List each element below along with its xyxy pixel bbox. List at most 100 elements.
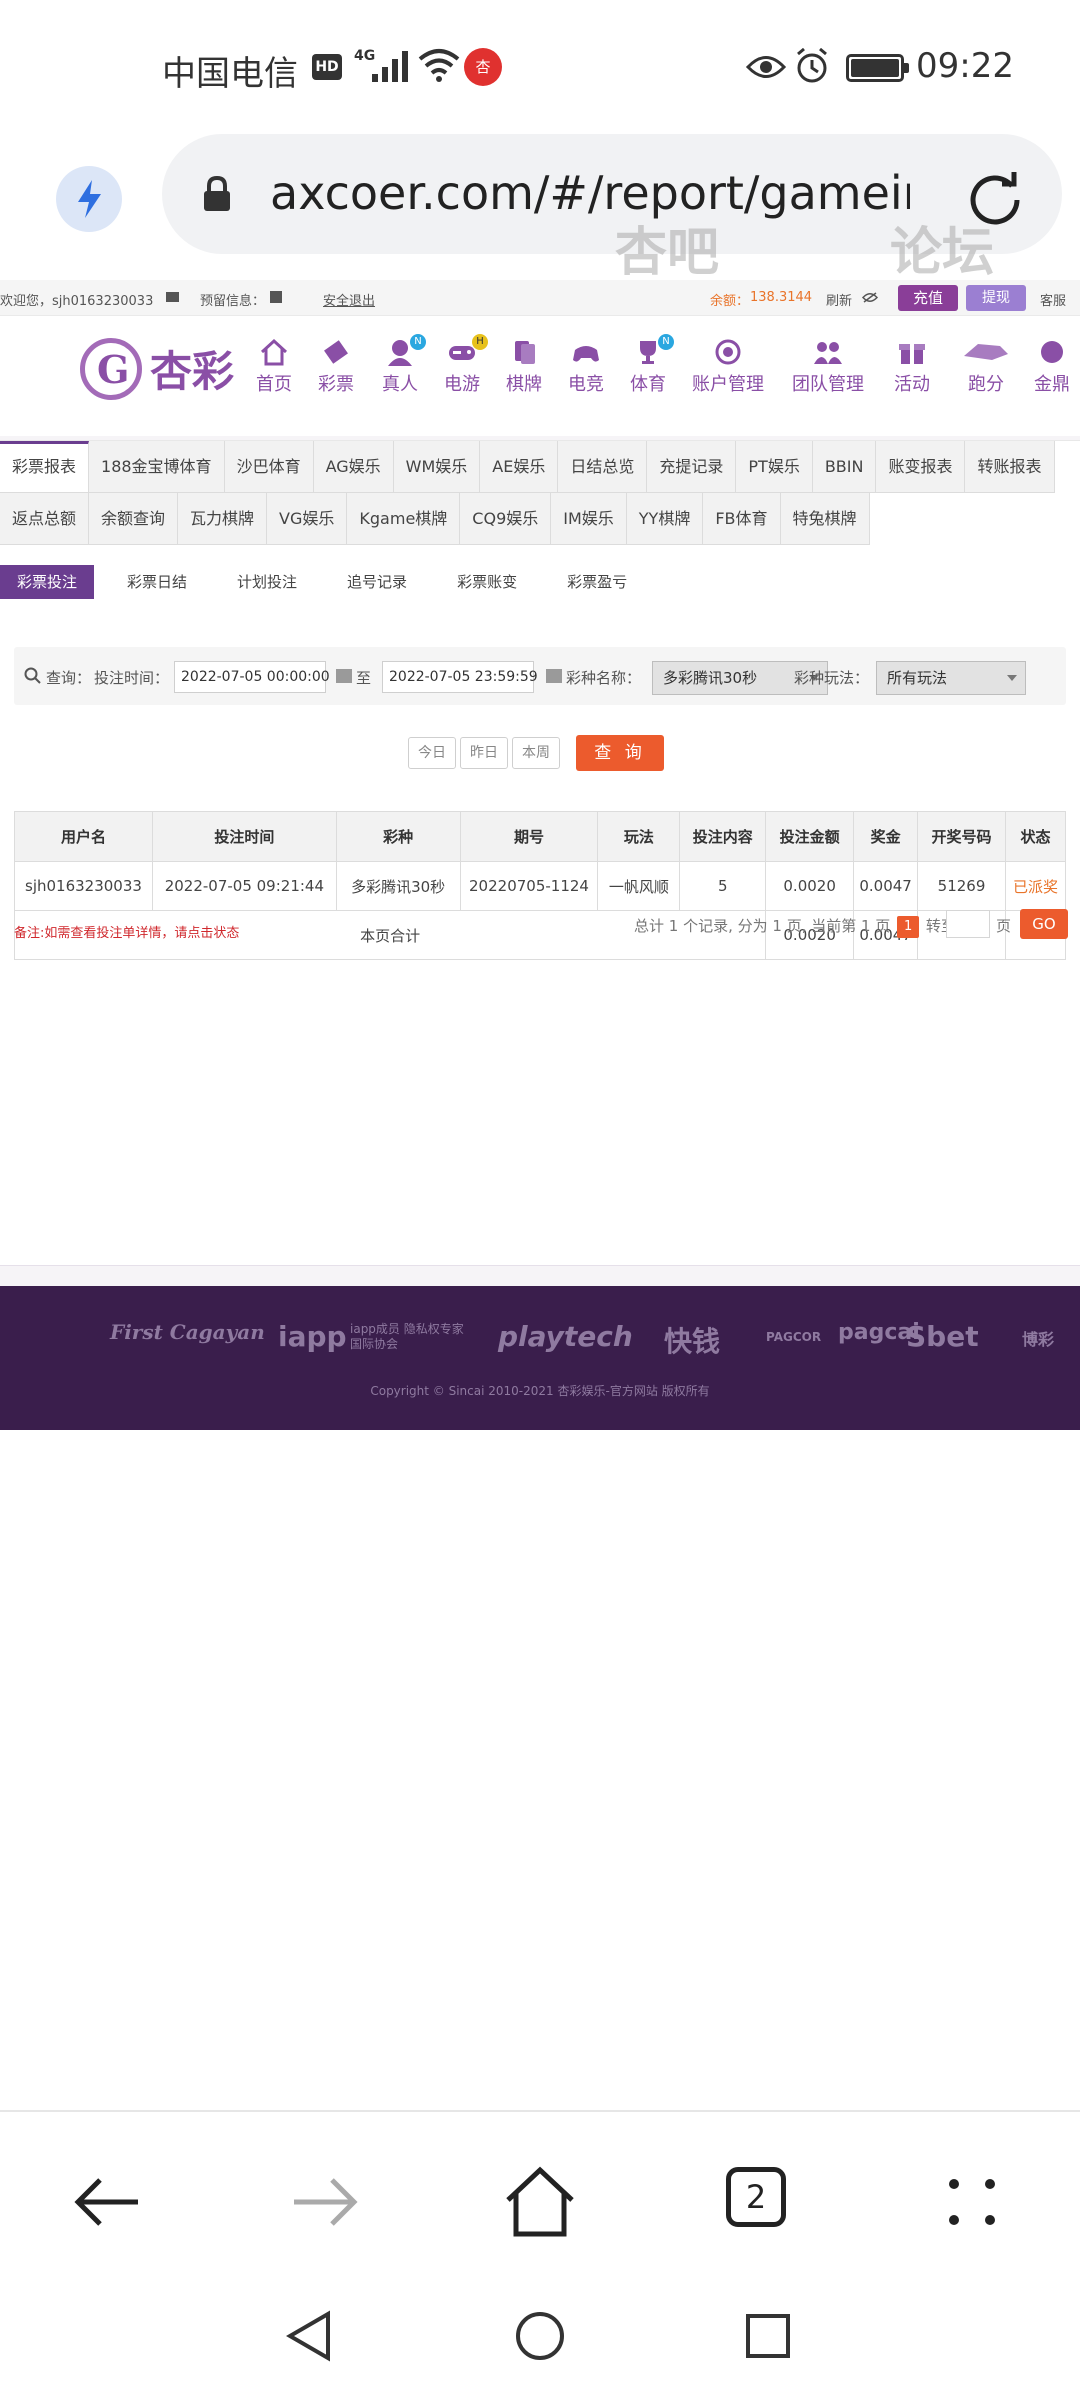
nav-gold[interactable]: 金鼎 bbox=[1034, 338, 1070, 396]
hide-balance-icon[interactable] bbox=[862, 292, 878, 303]
col-draw-number: 开奖号码 bbox=[917, 811, 1006, 862]
end-time-input[interactable]: 2022-07-05 23:59:59 bbox=[382, 661, 538, 693]
nav-back-icon[interactable] bbox=[280, 2306, 340, 2366]
start-time-input[interactable]: 2022-07-05 00:00:00 bbox=[174, 661, 330, 693]
partner-logo: 快钱 bbox=[664, 1325, 721, 1358]
nav-home-icon[interactable] bbox=[510, 2306, 570, 2366]
report-tabs-row-1: 彩票报表 188金宝博体育 沙巴体育 AG娱乐 WM娱乐 AE娱乐 日结总览 充… bbox=[0, 441, 1055, 493]
battery-icon bbox=[846, 54, 909, 82]
play-type-select[interactable]: 所有玩法 bbox=[876, 661, 1026, 695]
tab-account-change[interactable]: 账变报表 bbox=[876, 441, 966, 493]
play-type-label: 彩种玩法： bbox=[794, 669, 870, 687]
col-status: 状态 bbox=[1005, 811, 1066, 862]
subtab-lottery-account-change[interactable]: 彩票账变 bbox=[440, 565, 534, 599]
browser-toolbar: 2 bbox=[0, 2110, 1080, 2280]
tab-pt[interactable]: PT娱乐 bbox=[736, 441, 813, 493]
today-button[interactable]: 今日 bbox=[408, 737, 456, 769]
col-bet-content: 投注内容 bbox=[679, 811, 767, 862]
deposit-button[interactable]: 充值 bbox=[898, 285, 958, 311]
partner-logo: 博彩 bbox=[1022, 1330, 1055, 1349]
withdraw-button[interactable]: 提现 bbox=[966, 285, 1026, 311]
tab-bbin[interactable]: BBIN bbox=[812, 441, 877, 493]
page-unit-label: 页 bbox=[996, 917, 1012, 935]
edit-icon[interactable] bbox=[270, 291, 282, 303]
tab-im[interactable]: IM娱乐 bbox=[551, 493, 627, 545]
nav-account[interactable]: 账户管理 bbox=[692, 338, 764, 396]
cell-draw-number: 51269 bbox=[917, 861, 1006, 911]
status-link[interactable]: 已派奖 bbox=[1005, 861, 1066, 911]
ticket-icon bbox=[324, 340, 348, 364]
address-bar[interactable]: axcoer.com/#/report/gameinfo bbox=[162, 134, 1062, 254]
go-button[interactable]: GO bbox=[1020, 909, 1068, 939]
reload-icon[interactable] bbox=[962, 164, 1028, 230]
subtab-lottery-daily[interactable]: 彩票日结 bbox=[110, 565, 204, 599]
tab-rebate-total[interactable]: 返点总额 bbox=[0, 493, 90, 545]
lightning-icon[interactable] bbox=[56, 166, 122, 232]
table-row: sjh0163230033 2022-07-05 09:21:44 多彩腾讯30… bbox=[14, 861, 1066, 911]
tab-ag[interactable]: AG娱乐 bbox=[313, 441, 394, 493]
nav-lottery[interactable]: 彩票 bbox=[318, 338, 354, 396]
partner-logo: PAGCOR bbox=[766, 1330, 822, 1344]
tab-cq9[interactable]: CQ9娱乐 bbox=[460, 493, 552, 545]
site-logo[interactable]: 杏彩 bbox=[80, 332, 260, 404]
search-button[interactable]: 查 询 bbox=[576, 735, 664, 771]
app-notification-icon: 杏 bbox=[464, 48, 502, 86]
subtab-plan-bets[interactable]: 计划投注 bbox=[220, 565, 314, 599]
logout-link[interactable]: 安全退出 bbox=[323, 290, 375, 309]
menu-dots-icon[interactable] bbox=[932, 2162, 1012, 2242]
forward-arrow-icon[interactable] bbox=[284, 2162, 364, 2242]
tab-tetu-cards[interactable]: 特兔棋牌 bbox=[780, 493, 870, 545]
customer-service-link[interactable]: 客服 bbox=[1040, 290, 1066, 309]
tab-deposit-withdraw-records[interactable]: 充提记录 bbox=[647, 441, 737, 493]
refresh-link[interactable]: 刷新 bbox=[826, 290, 852, 309]
tab-fb-sports[interactable]: FB体育 bbox=[703, 493, 781, 545]
tab-transfer-report[interactable]: 转账报表 bbox=[965, 441, 1055, 493]
subtab-lottery-bets[interactable]: 彩票投注 bbox=[0, 565, 95, 599]
tab-switcher-button[interactable]: 2 bbox=[726, 2167, 786, 2227]
calendar-icon[interactable] bbox=[546, 669, 562, 683]
nav-slots[interactable]: H 电游 bbox=[444, 334, 488, 396]
col-issue: 期号 bbox=[459, 811, 599, 862]
cell-bet-content: 5 bbox=[679, 861, 767, 911]
nav-cards[interactable]: 棋牌 bbox=[506, 338, 542, 396]
subtab-lottery-profit[interactable]: 彩票盈亏 bbox=[550, 565, 644, 599]
back-arrow-icon[interactable] bbox=[68, 2162, 148, 2242]
col-lottery: 彩种 bbox=[335, 811, 461, 862]
eye-comfort-icon bbox=[746, 56, 786, 78]
signal-icon bbox=[372, 51, 408, 82]
yesterday-button[interactable]: 昨日 bbox=[460, 737, 508, 769]
nav-sports[interactable]: N 体育 bbox=[630, 334, 674, 396]
tab-balance-query[interactable]: 余额查询 bbox=[89, 493, 179, 545]
nav-team[interactable]: 团队管理 bbox=[792, 338, 864, 396]
tab-vg[interactable]: VG娱乐 bbox=[267, 493, 348, 545]
calendar-icon[interactable] bbox=[336, 669, 352, 683]
tab-lottery-report[interactable]: 彩票报表 bbox=[0, 441, 90, 493]
status-bar: 中国电信 HD 4G 杏 09:22 bbox=[0, 0, 1080, 130]
carrier-name: 中国电信 bbox=[162, 54, 298, 94]
gift-icon bbox=[899, 344, 925, 364]
current-page[interactable]: 1 bbox=[897, 915, 920, 938]
nav-live[interactable]: N 真人 bbox=[382, 334, 426, 396]
url-text[interactable]: axcoer.com/#/report/gameinfo bbox=[270, 166, 910, 220]
tab-188bet-sports[interactable]: 188金宝博体育 bbox=[89, 441, 225, 493]
nav-esports[interactable]: 电竞 bbox=[568, 338, 604, 396]
tab-kgame[interactable]: Kgame棋牌 bbox=[347, 493, 461, 545]
partner-logo: Sbet bbox=[906, 1320, 979, 1353]
tab-daily-overview[interactable]: 日结总览 bbox=[558, 441, 648, 493]
subtab-chase-records[interactable]: 追号记录 bbox=[330, 565, 424, 599]
page-number-input[interactable] bbox=[946, 910, 990, 938]
nav-home[interactable]: 首页 bbox=[256, 338, 292, 396]
this-week-button[interactable]: 本周 bbox=[512, 737, 560, 769]
tab-wm[interactable]: WM娱乐 bbox=[393, 441, 481, 493]
nav-recents-icon[interactable] bbox=[738, 2306, 798, 2366]
home-icon[interactable] bbox=[500, 2162, 580, 2242]
system-nav-bar bbox=[0, 2280, 1080, 2400]
report-tabs-row-2: 返点总额 余额查询 瓦力棋牌 VG娱乐 Kgame棋牌 CQ9娱乐 IM娱乐 Y… bbox=[0, 493, 870, 545]
tab-wali-cards[interactable]: 瓦力棋牌 bbox=[178, 493, 268, 545]
tab-yy-cards[interactable]: YY棋牌 bbox=[626, 493, 704, 545]
nav-promotions[interactable]: 活动 bbox=[894, 338, 930, 396]
pagination: 总计 1 个记录, 分为 1 页, 当前第 1 页 1 转至 bbox=[634, 915, 956, 938]
tab-ae[interactable]: AE娱乐 bbox=[480, 441, 559, 493]
tab-saba-sports[interactable]: 沙巴体育 bbox=[224, 441, 314, 493]
nav-run-score[interactable]: 跑分 bbox=[962, 338, 1010, 396]
